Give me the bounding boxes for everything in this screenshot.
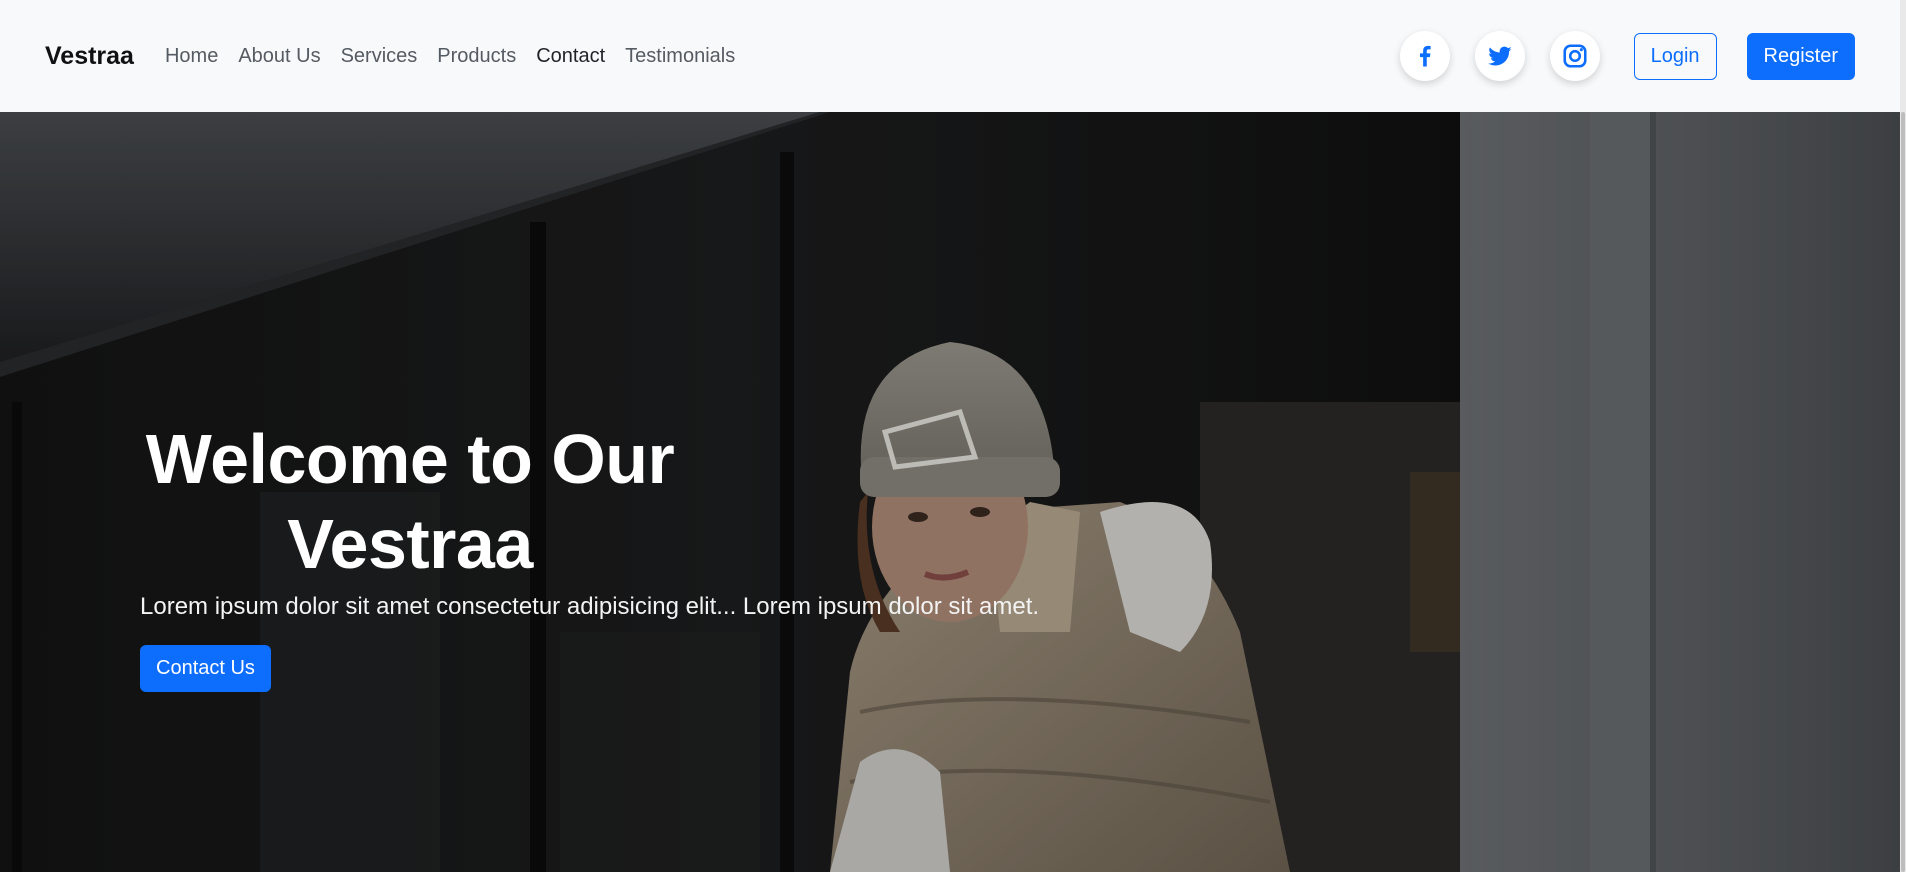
facebook-icon [1419, 45, 1431, 67]
navbar: Vestraa Home About Us Services Products … [0, 0, 1900, 112]
login-button[interactable]: Login [1633, 32, 1717, 80]
instagram-button[interactable] [1549, 31, 1600, 81]
nav-link-home[interactable]: Home [165, 45, 218, 68]
social-links [1375, 31, 1600, 81]
register-button[interactable]: Register [1746, 32, 1855, 80]
nav-link-contact[interactable]: Contact [536, 45, 605, 68]
brand-logo[interactable]: Vestraa [45, 42, 134, 71]
nav-links: Home About Us Services Products Contact … [165, 45, 755, 68]
nav-link-products[interactable]: Products [437, 45, 516, 68]
hero-title-line1: Welcome to Our [145, 420, 675, 498]
instagram-icon [1563, 44, 1587, 68]
hero-section: Welcome to Our Vestraa Lorem ipsum dolor… [0, 112, 1900, 872]
hero-content: Welcome to Our Vestraa Lorem ipsum dolor… [140, 417, 1040, 692]
scrollbar-thumb[interactable] [1901, 112, 1905, 872]
nav-link-testimonials[interactable]: Testimonials [625, 45, 735, 68]
hero-title: Welcome to Our Vestraa [140, 417, 680, 587]
hero-title-line2: Vestraa [287, 505, 533, 583]
twitter-icon [1487, 46, 1512, 66]
facebook-button[interactable] [1399, 31, 1450, 81]
hero-subtitle: Lorem ipsum dolor sit amet consectetur a… [140, 593, 1040, 620]
nav-link-services[interactable]: Services [341, 45, 418, 68]
twitter-button[interactable] [1474, 31, 1525, 81]
nav-link-about-us[interactable]: About Us [238, 45, 320, 68]
contact-us-button[interactable]: Contact Us [140, 645, 271, 692]
